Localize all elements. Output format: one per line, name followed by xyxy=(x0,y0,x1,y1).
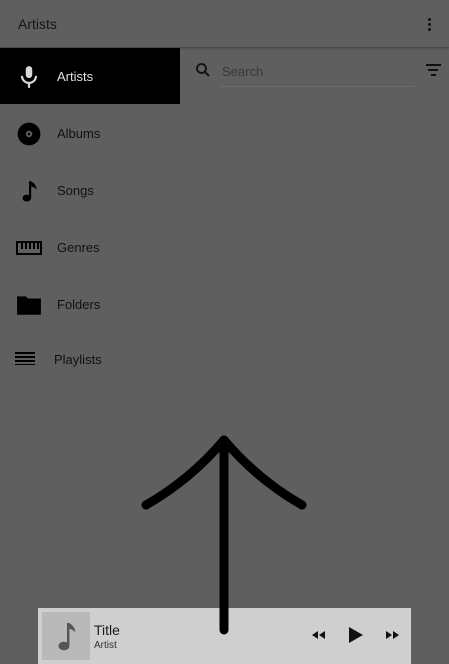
fast-forward-icon[interactable] xyxy=(383,626,401,644)
album-disc-icon xyxy=(17,122,41,146)
nav-item-label: Folders xyxy=(57,297,101,312)
rewind-icon[interactable] xyxy=(310,626,328,644)
nav-item-label: Albums xyxy=(57,126,101,141)
nav-item-label: Artists xyxy=(57,69,94,84)
mic-icon xyxy=(20,66,38,88)
page-title: Artists xyxy=(18,16,57,32)
nav-drawer: Artists Albums Songs Genres Folders Play… xyxy=(0,48,180,388)
track-title: Title xyxy=(94,622,120,638)
mini-player[interactable]: Title Artist xyxy=(38,608,411,664)
music-note-icon xyxy=(58,623,76,651)
play-icon[interactable] xyxy=(345,625,365,645)
app-bar: Artists xyxy=(0,0,449,47)
music-note-icon xyxy=(22,181,37,202)
folder-icon xyxy=(17,296,41,315)
sort-icon[interactable] xyxy=(425,62,443,78)
search-icon xyxy=(196,63,210,77)
nav-item-folders[interactable]: Folders xyxy=(0,276,180,332)
nav-item-artists[interactable]: Artists xyxy=(0,48,180,104)
album-art xyxy=(42,612,90,660)
nav-item-label: Playlists xyxy=(54,352,102,367)
nav-item-label: Genres xyxy=(57,240,100,255)
nav-item-genres[interactable]: Genres xyxy=(0,219,180,275)
piano-keys-icon xyxy=(16,241,42,255)
more-vert-icon[interactable] xyxy=(423,14,435,34)
nav-item-playlists[interactable]: Playlists xyxy=(0,331,180,387)
nav-item-albums[interactable]: Albums xyxy=(0,105,180,161)
playlist-icon xyxy=(15,352,35,365)
search-input[interactable] xyxy=(220,56,414,87)
search-bar xyxy=(190,56,418,88)
nav-item-songs[interactable]: Songs xyxy=(0,162,180,218)
nav-item-label: Songs xyxy=(57,183,94,198)
track-artist: Artist xyxy=(94,640,117,651)
